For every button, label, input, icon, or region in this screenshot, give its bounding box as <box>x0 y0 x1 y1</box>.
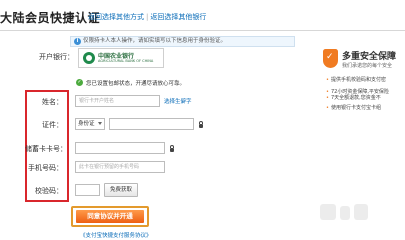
page-title: 大陆会员快捷认证 <box>0 11 101 25</box>
cert-label: 证件： <box>42 121 63 129</box>
card-number-input[interactable] <box>75 142 165 154</box>
get-code-button[interactable]: 免费获取 <box>104 183 138 197</box>
security-item: 使用银行卡支付宝卡组 <box>326 104 381 111</box>
name-input[interactable]: 银行卡开户姓名 <box>75 95 160 107</box>
bank-label: 开户银行： <box>39 53 74 61</box>
watermark-logo <box>320 200 370 224</box>
card-label: 储蓄卡卡号： <box>25 145 67 153</box>
phone-label: 手机号码： <box>28 164 63 172</box>
bank-logo-box: 中国农业银行 AGRICULTURAL BANK OF CHINA <box>78 48 164 68</box>
code-input[interactable] <box>75 184 100 196</box>
bank-logo-icon <box>83 52 95 64</box>
link-other-bank[interactable]: 返回选择其他银行 <box>150 13 206 21</box>
shield-icon <box>323 49 338 68</box>
check-icon: ✓ <box>76 79 83 86</box>
agree-submit-button[interactable]: 同意协议并开通 <box>76 210 144 223</box>
cert-type-value: 身份证 <box>78 121 95 127</box>
chevron-down-icon <box>98 122 102 125</box>
bank-status-text: 您已设置包邮状态，开通尽请放心可靠。 <box>86 81 186 87</box>
rare-char-link[interactable]: 选择生僻字 <box>164 97 192 105</box>
header-divider <box>0 30 405 31</box>
notice-text: 仅限持卡人本人操作，请如实填写以下信息用于身份验证。 <box>83 38 227 44</box>
submit-highlight-frame: 同意协议并开通 <box>71 206 149 227</box>
name-label: 姓名： <box>42 98 63 106</box>
info-icon: i <box>74 38 81 45</box>
notice-bar: i 仅限持卡人本人操作，请如实填写以下信息用于身份验证。 <box>70 36 295 47</box>
header-links: 返回选择其他方式 | 返回选择其他银行 <box>88 12 206 22</box>
security-subtitle: 我们承诺您的每个安全 <box>342 63 393 69</box>
agreement-link[interactable]: 《支付宝快捷支付服务协议》 <box>80 231 152 239</box>
phone-input[interactable]: 此卡在银行预留的手机号码 <box>75 161 165 173</box>
security-title: 多重安全保障 <box>342 52 397 62</box>
link-separator: | <box>146 13 149 21</box>
security-item: 提供手机校验码和支付密 <box>326 76 386 83</box>
lock-icon <box>199 121 203 128</box>
security-item: 7天全额退款,您资金不 <box>326 94 381 101</box>
bank-name-en: AGRICULTURAL BANK OF CHINA <box>98 59 154 63</box>
security-panel: 多重安全保障 我们承诺您的每个安全 提供手机校验码和支付密 72小时资金保障,平… <box>320 47 405 117</box>
cert-number-input[interactable] <box>109 118 194 130</box>
lock-icon <box>170 145 174 152</box>
link-other-method[interactable]: 返回选择其他方式 <box>88 13 144 21</box>
cert-type-select[interactable]: 身份证 <box>75 118 105 130</box>
code-label: 校验码： <box>35 187 63 195</box>
